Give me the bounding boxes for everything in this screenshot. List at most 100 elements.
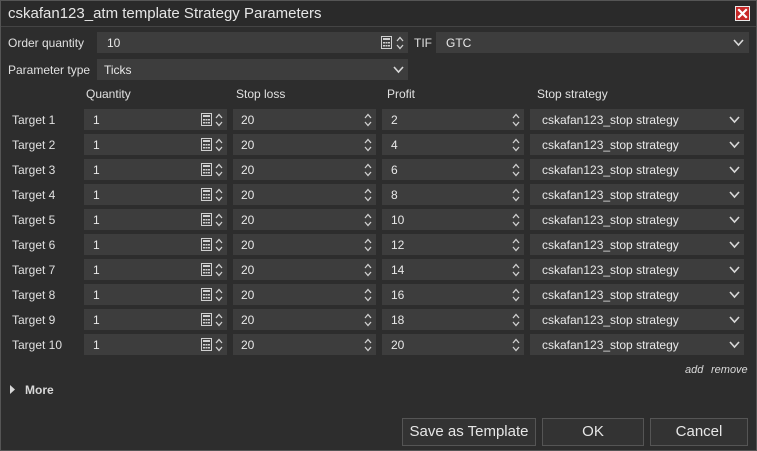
target-quantity-input[interactable]: 1 bbox=[84, 184, 227, 205]
target-stop-strategy-select[interactable]: cskafan123_stop strategy bbox=[530, 109, 744, 130]
target-stop-strategy-select[interactable]: cskafan123_stop strategy bbox=[530, 259, 744, 280]
spinner-icon[interactable] bbox=[215, 162, 223, 178]
calculator-icon[interactable] bbox=[201, 138, 212, 151]
calculator-icon[interactable] bbox=[201, 288, 212, 301]
target-stop-strategy-select[interactable]: cskafan123_stop strategy bbox=[530, 134, 744, 155]
target-profit-input[interactable]: 18 bbox=[382, 309, 524, 330]
spinner-icon[interactable] bbox=[364, 137, 372, 153]
close-button[interactable] bbox=[735, 6, 750, 21]
order-quantity-input[interactable]: 10 bbox=[97, 32, 408, 53]
target-stop-strategy-select[interactable]: cskafan123_stop strategy bbox=[530, 234, 744, 255]
target-profit-input[interactable]: 8 bbox=[382, 184, 524, 205]
spinner-icon[interactable] bbox=[364, 312, 372, 328]
spinner-icon[interactable] bbox=[215, 337, 223, 353]
target-profit-input[interactable]: 20 bbox=[382, 334, 524, 355]
spinner-icon[interactable] bbox=[512, 137, 520, 153]
ok-button[interactable]: OK bbox=[542, 418, 644, 446]
target-profit-input[interactable]: 2 bbox=[382, 109, 524, 130]
target-stop-strategy-select[interactable]: cskafan123_stop strategy bbox=[530, 209, 744, 230]
target-stop-loss-input[interactable]: 20 bbox=[233, 234, 376, 255]
add-target-link[interactable]: add bbox=[685, 364, 703, 376]
target-profit-input[interactable]: 4 bbox=[382, 134, 524, 155]
spinner-icon[interactable] bbox=[364, 337, 372, 353]
target-quantity-input[interactable]: 1 bbox=[84, 334, 227, 355]
target-profit-input[interactable]: 16 bbox=[382, 284, 524, 305]
spinner-icon[interactable] bbox=[512, 262, 520, 278]
spinner-icon[interactable] bbox=[364, 237, 372, 253]
target-stop-strategy-select[interactable]: cskafan123_stop strategy bbox=[530, 309, 744, 330]
target-stop-loss-input[interactable]: 20 bbox=[233, 334, 376, 355]
target-quantity-input[interactable]: 1 bbox=[84, 234, 227, 255]
target-quantity-input[interactable]: 1 bbox=[84, 259, 227, 280]
target-stop-loss-input[interactable]: 20 bbox=[233, 284, 376, 305]
target-stop-loss-input[interactable]: 20 bbox=[233, 309, 376, 330]
spinner-icon[interactable] bbox=[215, 187, 223, 203]
target-quantity-input[interactable]: 1 bbox=[84, 284, 227, 305]
target-stop-strategy-select[interactable]: cskafan123_stop strategy bbox=[530, 184, 744, 205]
target-quantity-input[interactable]: 1 bbox=[84, 109, 227, 130]
target-stop-loss-input[interactable]: 20 bbox=[233, 259, 376, 280]
target-quantity-input[interactable]: 1 bbox=[84, 209, 227, 230]
remove-target-link[interactable]: remove bbox=[711, 364, 748, 376]
tif-select[interactable]: GTC bbox=[436, 32, 749, 53]
spinner-icon[interactable] bbox=[364, 287, 372, 303]
spinner-icon[interactable] bbox=[512, 337, 520, 353]
calculator-icon[interactable] bbox=[201, 213, 212, 226]
chevron-down-icon bbox=[729, 166, 740, 174]
spinner-icon[interactable] bbox=[364, 212, 372, 228]
spinner-icon[interactable] bbox=[215, 137, 223, 153]
spinner-icon[interactable] bbox=[512, 312, 520, 328]
calculator-icon[interactable] bbox=[201, 338, 212, 351]
target-profit-input[interactable]: 12 bbox=[382, 234, 524, 255]
target-profit-input[interactable]: 6 bbox=[382, 159, 524, 180]
target-label: Target 2 bbox=[12, 138, 56, 152]
target-quantity-value: 1 bbox=[93, 313, 100, 327]
spinner-icon[interactable] bbox=[215, 237, 223, 253]
spinner-icon[interactable] bbox=[512, 112, 520, 128]
calculator-icon[interactable] bbox=[201, 163, 212, 176]
target-stop-loss-input[interactable]: 20 bbox=[233, 159, 376, 180]
spinner-icon[interactable] bbox=[215, 287, 223, 303]
target-profit-value: 14 bbox=[391, 263, 405, 277]
target-stop-loss-input[interactable]: 20 bbox=[233, 134, 376, 155]
calculator-icon[interactable] bbox=[201, 263, 212, 276]
target-stop-strategy-select[interactable]: cskafan123_stop strategy bbox=[530, 159, 744, 180]
target-quantity-input[interactable]: 1 bbox=[84, 134, 227, 155]
target-label: Target 7 bbox=[12, 263, 56, 277]
target-stop-loss-input[interactable]: 20 bbox=[233, 109, 376, 130]
target-quantity-value: 1 bbox=[93, 338, 100, 352]
spinner-icon[interactable] bbox=[512, 287, 520, 303]
window-title: cskafan123_atm template Strategy Paramet… bbox=[8, 5, 322, 22]
target-stop-loss-input[interactable]: 20 bbox=[233, 209, 376, 230]
spinner-icon[interactable] bbox=[215, 112, 223, 128]
target-profit-input[interactable]: 10 bbox=[382, 209, 524, 230]
spinner-icon[interactable] bbox=[215, 312, 223, 328]
target-stop-strategy-select[interactable]: cskafan123_stop strategy bbox=[530, 284, 744, 305]
spinner-icon[interactable] bbox=[364, 112, 372, 128]
spinner-icon[interactable] bbox=[364, 262, 372, 278]
spinner-icon[interactable] bbox=[512, 162, 520, 178]
more-expander[interactable]: More bbox=[9, 383, 69, 399]
calculator-icon[interactable] bbox=[201, 238, 212, 251]
spinner-icon[interactable] bbox=[215, 262, 223, 278]
calculator-icon[interactable] bbox=[381, 36, 392, 49]
target-stop-loss-input[interactable]: 20 bbox=[233, 184, 376, 205]
calculator-icon[interactable] bbox=[201, 313, 212, 326]
spinner-icon[interactable] bbox=[364, 162, 372, 178]
target-stop-strategy-select[interactable]: cskafan123_stop strategy bbox=[530, 334, 744, 355]
calculator-icon[interactable] bbox=[201, 113, 212, 126]
spinner-icon[interactable] bbox=[215, 212, 223, 228]
spinner-icon[interactable] bbox=[512, 187, 520, 203]
target-quantity-input[interactable]: 1 bbox=[84, 309, 227, 330]
spinner-icon[interactable] bbox=[396, 35, 404, 51]
spinner-icon[interactable] bbox=[364, 187, 372, 203]
spinner-icon[interactable] bbox=[512, 237, 520, 253]
target-profit-input[interactable]: 14 bbox=[382, 259, 524, 280]
cancel-button[interactable]: Cancel bbox=[650, 418, 748, 446]
parameter-type-select[interactable]: Ticks bbox=[97, 59, 408, 80]
calculator-icon[interactable] bbox=[201, 188, 212, 201]
header-stop-loss: Stop loss bbox=[236, 87, 286, 101]
target-quantity-input[interactable]: 1 bbox=[84, 159, 227, 180]
spinner-icon[interactable] bbox=[512, 212, 520, 228]
save-as-template-button[interactable]: Save as Template bbox=[402, 418, 536, 446]
